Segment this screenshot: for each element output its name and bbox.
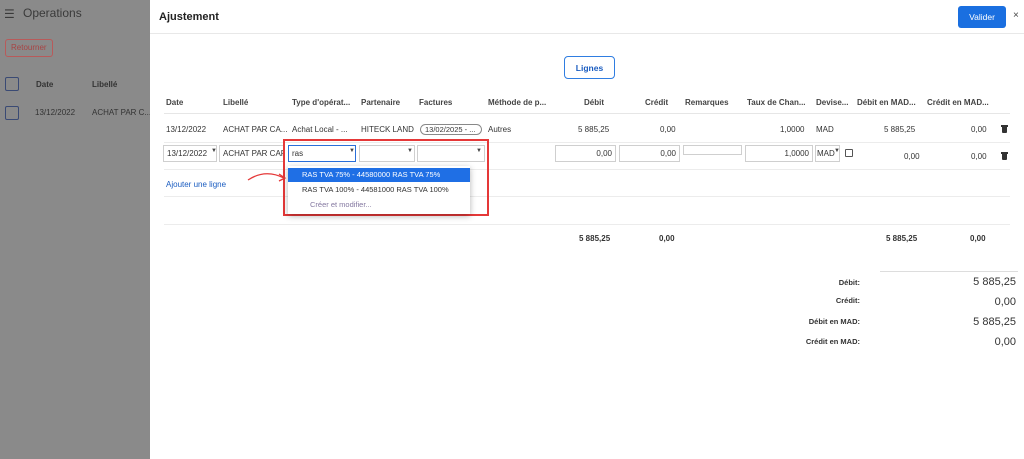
summary-debit-label: Débit:	[838, 278, 860, 287]
col-credit-mad: Crédit en MAD...	[927, 98, 989, 107]
col-operation-type: Type d'opérat...	[292, 98, 351, 107]
col-payment-method: Méthode de p...	[488, 98, 547, 107]
page-title: Operations	[23, 6, 82, 20]
operation-type-dropdown: RAS TVA 75% - 44580000 RAS TVA 75% RAS T…	[288, 166, 470, 214]
create-and-edit-option[interactable]: Créer et modifier...	[288, 198, 470, 212]
back-button[interactable]: Retourner	[5, 39, 53, 57]
row1-partner: HITECK LAND	[361, 125, 414, 134]
select-all-checkbox[interactable]	[5, 77, 19, 91]
row2-credit-input[interactable]: 0,00	[619, 145, 680, 162]
row1-credit: 0,00	[660, 125, 676, 134]
row2-currency-caret-icon[interactable]: ▼	[834, 148, 840, 154]
external-link-icon[interactable]	[845, 149, 853, 157]
total-debit: 5 885,25	[579, 234, 611, 243]
hamburger-menu-icon[interactable]: ☰	[4, 7, 15, 21]
col-invoices: Factures	[419, 98, 453, 107]
row2-delete-icon[interactable]	[1001, 152, 1008, 160]
summary-divider	[880, 271, 1018, 272]
col-exchange-rate: Taux de Chan...	[747, 98, 806, 107]
column-header-date: Date	[36, 80, 54, 89]
col-partner: Partenaire	[361, 98, 401, 107]
modal-title: Ajustement	[159, 11, 219, 23]
dropdown-option[interactable]: RAS TVA 75% - 44580000 RAS TVA 75%	[288, 168, 470, 182]
annotation-arrow-icon	[247, 173, 287, 182]
row1-payment-method: Autres	[488, 125, 512, 134]
summary-debit-value: 5 885,25	[973, 276, 1016, 288]
row1-invoice-tag[interactable]: 13/02/2025 - ...	[420, 124, 482, 135]
row2-label-field[interactable]: ACHAT PAR CAR	[219, 145, 284, 162]
add-line-link[interactable]: Ajouter une ligne	[166, 180, 226, 189]
col-debit-mad: Débit en MAD...	[857, 98, 916, 107]
background-page: ☰ Operations Retourner Date Libellé 13/1…	[0, 0, 152, 459]
row1-operation-type: Achat Local - ...	[292, 125, 348, 134]
row1-exchange-rate: 1,0000	[780, 125, 805, 134]
summary-debit-mad-value: 5 885,25	[973, 316, 1016, 328]
row2-debit-mad: 0,00	[904, 152, 920, 161]
row-checkbox[interactable]	[5, 106, 19, 120]
summary-credit-mad-value: 0,00	[994, 336, 1016, 348]
total-credit-mad: 0,00	[970, 234, 986, 243]
close-icon[interactable]: ×	[1013, 10, 1019, 21]
row2-credit-mad: 0,00	[971, 152, 987, 161]
summary-credit-label: Crédit:	[835, 296, 860, 305]
row1-credit-mad: 0,00	[971, 125, 987, 134]
header-divider	[164, 113, 1010, 114]
row1-debit: 5 885,25	[578, 125, 610, 134]
summary-credit-value: 0,00	[994, 296, 1016, 308]
validate-button[interactable]: Valider	[958, 6, 1006, 28]
summary-credit-mad-label: Crédit en MAD:	[805, 337, 860, 346]
column-header-label: Libellé	[92, 80, 118, 89]
col-currency: Devise...	[816, 98, 849, 107]
row2-date-caret-icon[interactable]: ▼	[211, 148, 217, 154]
modal-header: Ajustement Valider ×	[150, 0, 1024, 34]
col-label: Libellé	[223, 98, 249, 107]
adjustment-modal: Ajustement Valider × Lignes Date Libellé…	[150, 0, 1024, 459]
row1-debit-mad: 5 885,25	[884, 125, 916, 134]
col-debit: Débit	[584, 98, 604, 107]
row1-delete-icon[interactable]	[1001, 125, 1008, 133]
col-date: Date	[166, 98, 184, 107]
col-credit: Crédit	[645, 98, 669, 107]
dropdown-option[interactable]: RAS TVA 100% - 44581000 RAS TVA 100%	[288, 183, 470, 197]
lines-button[interactable]: Lignes	[564, 56, 615, 79]
row-divider	[164, 224, 1010, 225]
row1-date: 13/12/2022	[166, 125, 207, 134]
row1-currency: MAD	[816, 125, 834, 134]
col-remarks: Remarques	[685, 98, 729, 107]
row-date: 13/12/2022	[35, 108, 76, 117]
row2-remarks-input[interactable]	[683, 145, 742, 155]
summary-debit-mad-label: Débit en MAD:	[808, 317, 860, 326]
total-debit-mad: 5 885,25	[886, 234, 918, 243]
row2-date-field[interactable]: 13/12/2022	[163, 145, 217, 162]
row2-exchange-rate-input[interactable]: 1,0000	[745, 145, 813, 162]
row1-label: ACHAT PAR CA...	[223, 125, 288, 134]
row-label: ACHAT PAR C...	[92, 108, 152, 117]
row2-debit-input[interactable]: 0,00	[555, 145, 616, 162]
total-credit: 0,00	[659, 234, 675, 243]
